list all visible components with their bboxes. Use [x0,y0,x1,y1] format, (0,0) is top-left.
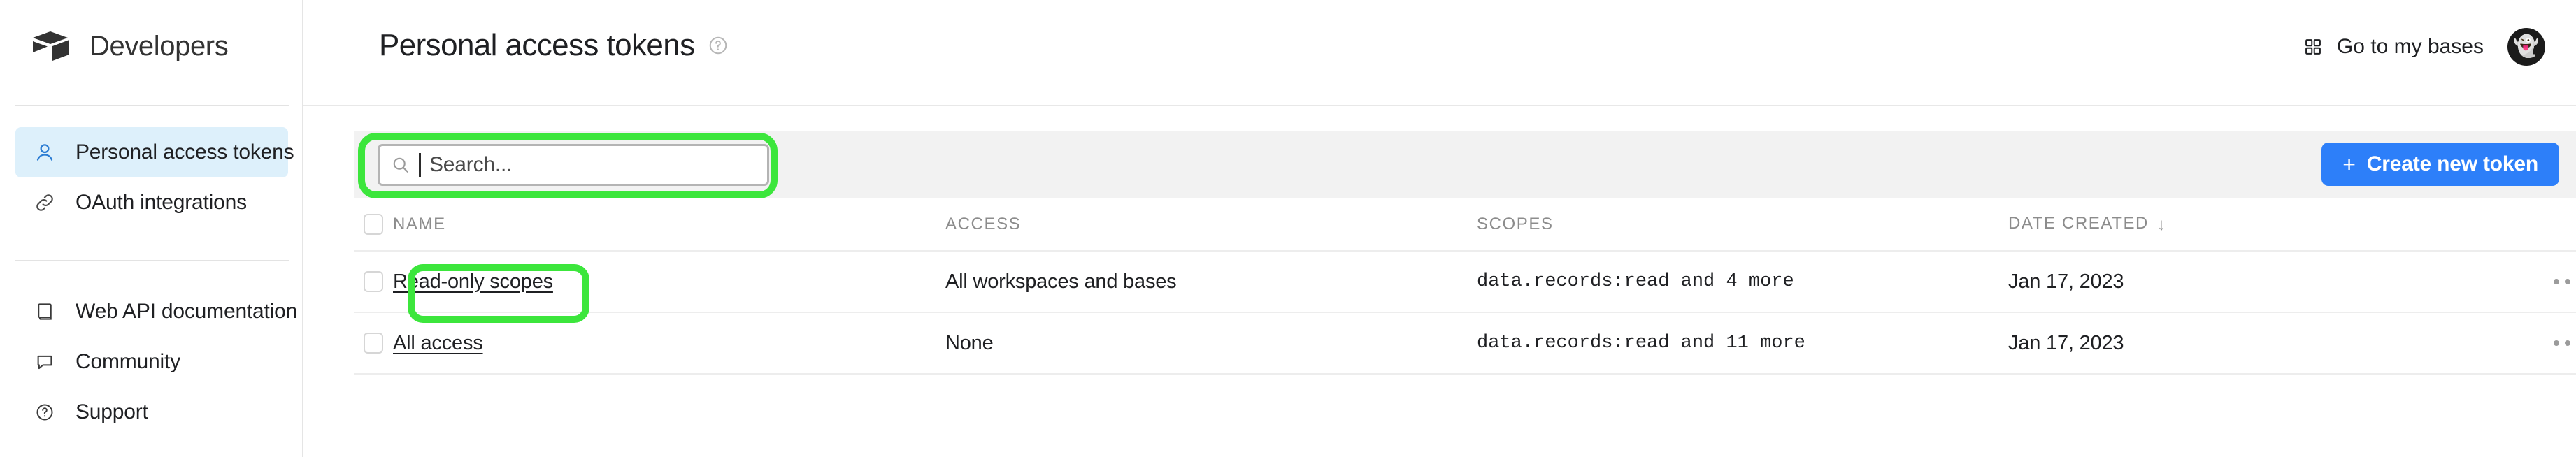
search-icon [393,157,408,173]
select-all-checkbox[interactable] [364,214,383,235]
cell-name: Read-only scopes [393,270,945,293]
page-title: Personal access tokens [379,28,695,62]
column-header-date-created-label: DATE CREATED [2008,214,2149,233]
overflow-menu-icon[interactable] [2554,279,2576,284]
column-header-scopes[interactable]: SCOPES [1477,215,2008,234]
table-row[interactable]: All access None data.records:read and 11… [354,313,2576,375]
sidebar-item-label: Personal access tokens [76,140,294,164]
token-link-all-access[interactable]: All access [393,332,483,354]
row-select-cell [354,271,393,292]
sidebar-secondary-nav: Web API documentation Community Support [0,286,303,437]
text-caret [419,153,421,177]
cell-scopes: data.records:read and 4 more [1477,271,1794,292]
sidebar-item-label: Support [76,400,148,423]
row-checkbox[interactable] [364,333,383,354]
column-header-access[interactable]: ACCESS [945,215,1477,234]
tokens-table: NAME ACCESS SCOPES DATE CREATED ↓ Read-on… [354,198,2576,375]
avatar-glyph: 👻 [2513,35,2540,58]
sort-descending-icon: ↓ [2157,215,2167,234]
go-to-my-bases-label: Go to my bases [2336,35,2484,58]
grid-icon [2305,39,2321,55]
sidebar-divider-mid [15,260,289,261]
developers-app-window: Developers Personal access tokens OAuth … [0,0,2576,457]
page-header: Personal access tokens Go to my bases 👻 [303,0,2576,106]
table-row[interactable]: Read-only scopes All workspaces and base… [354,252,2576,313]
sidebar-item-personal-access-tokens[interactable]: Personal access tokens [15,127,294,177]
cell-actions [2554,340,2576,346]
sidebar-item-label: Web API documentation [76,300,298,323]
header-right-actions: Go to my bases 👻 [2303,28,2545,66]
sidebar-primary-nav: Personal access tokens OAuth integration… [0,127,303,228]
column-header-date-created[interactable]: DATE CREATED ↓ [2008,214,2554,235]
brand-name: Developers [90,30,229,61]
page-title-wrap: Personal access tokens [379,28,729,63]
link-icon [32,190,57,215]
select-all-cell [354,214,393,235]
sidebar: Developers Personal access tokens OAuth … [0,0,303,457]
sidebar-item-label: Community [76,350,180,373]
cell-date-created: Jan 17, 2023 [2008,270,2124,293]
column-header-name[interactable]: NAME [393,215,945,234]
sidebar-item-label: OAuth integrations [76,191,247,214]
cell-access: All workspaces and bases [945,270,1177,293]
create-new-token-button[interactable]: + Create new token [2321,143,2559,186]
cell-scopes: data.records:read and 11 more [1477,333,1805,354]
plus-icon: + [2342,152,2356,177]
cell-name: All access [393,332,945,355]
sidebar-item-web-api-documentation[interactable]: Web API documentation [15,286,297,337]
create-new-token-label: Create new token [2366,152,2538,175]
sidebar-item-support[interactable]: Support [15,387,288,437]
search-placeholder: Search... [429,153,513,176]
row-checkbox[interactable] [364,271,383,292]
table-header-row: NAME ACCESS SCOPES DATE CREATED ↓ [354,198,2576,252]
sidebar-item-oauth-integrations[interactable]: OAuth integrations [15,177,288,228]
cell-access: None [945,331,994,354]
airtable-cube-icon [33,31,69,61]
cell-date-created: Jan 17, 2023 [2008,331,2124,354]
token-link-read-only-scopes[interactable]: Read-only scopes [393,270,553,293]
person-icon [32,140,57,165]
brand-logo[interactable]: Developers [31,29,229,63]
sidebar-item-community[interactable]: Community [15,337,288,387]
row-select-cell [354,333,393,354]
cell-actions [2554,279,2576,284]
book-icon [32,299,57,324]
go-to-my-bases-button[interactable]: Go to my bases [2303,35,2484,59]
avatar[interactable]: 👻 [2507,28,2545,66]
sidebar-divider-top [15,105,289,106]
overflow-menu-icon[interactable] [2554,340,2576,346]
search-input[interactable]: Search... [378,144,769,186]
table-toolbar: Search... + Create new token [354,131,2576,198]
help-icon[interactable] [708,35,729,56]
question-circle-icon [32,400,57,425]
chat-bubble-icon [32,349,57,375]
